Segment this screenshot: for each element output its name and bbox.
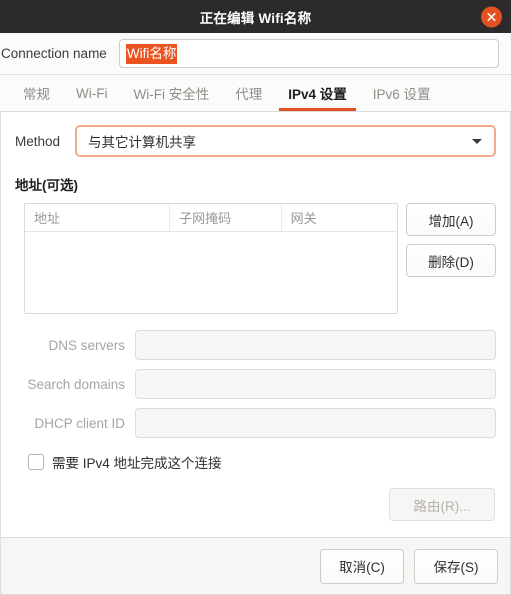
save-button[interactable]: 保存(S) <box>414 548 498 584</box>
method-selected-value: 与其它计算机共享 <box>88 135 196 150</box>
dns-servers-row: DNS servers <box>15 330 496 360</box>
window-title: 正在编辑 Wifi名称 <box>199 10 312 26</box>
title-bar: 正在编辑 Wifi名称 <box>0 0 511 33</box>
addresses-section-title: 地址(可选) <box>15 178 78 193</box>
ipv4-settings-panel: Method 与其它计算机共享 地址(可选) 地址 子网掩码 网关 增加(A) … <box>0 112 511 537</box>
require-ipv4-row: 需要 IPv4 地址完成这个连接 <box>28 452 496 472</box>
addresses-table[interactable]: 地址 子网掩码 网关 <box>24 203 398 314</box>
method-select[interactable]: 与其它计算机共享 <box>75 125 496 157</box>
addresses-area: 地址 子网掩码 网关 增加(A) 删除(D) <box>15 203 496 314</box>
routes-row: 路由(R)... <box>15 488 496 521</box>
search-domains-input[interactable] <box>135 369 496 399</box>
tab-bar: 常规 Wi-Fi Wi-Fi 安全性 代理 IPv4 设置 IPv6 设置 <box>0 75 511 112</box>
column-header-netmask: 子网掩码 <box>170 204 282 231</box>
tab-ipv6-settings[interactable]: IPv6 设置 <box>360 75 444 111</box>
dns-servers-input[interactable] <box>135 330 496 360</box>
connection-name-row: Connection name Wifi名称 <box>0 33 511 75</box>
column-header-address: 地址 <box>25 204 171 231</box>
dialog-footer: 取消(C) 保存(S) <box>0 537 511 595</box>
dhcp-client-id-row: DHCP client ID <box>15 408 496 438</box>
method-row: Method 与其它计算机共享 <box>15 125 496 157</box>
method-label: Method <box>15 133 61 149</box>
tab-general[interactable]: 常规 <box>10 75 63 111</box>
tab-proxy[interactable]: 代理 <box>222 75 275 111</box>
tab-wifi-security[interactable]: Wi-Fi 安全性 <box>120 75 222 111</box>
dhcp-client-id-input[interactable] <box>135 408 496 438</box>
connection-name-value: Wifi名称 <box>125 43 178 64</box>
dhcp-client-id-label: DHCP client ID <box>34 415 125 431</box>
connection-name-label: Connection name <box>1 46 107 61</box>
addresses-table-body <box>25 232 397 313</box>
tab-wifi[interactable]: Wi-Fi <box>63 75 120 111</box>
routes-button[interactable]: 路由(R)... <box>389 488 495 521</box>
connection-name-input[interactable]: Wifi名称 <box>118 39 499 68</box>
addresses-table-header: 地址 子网掩码 网关 <box>25 204 397 232</box>
column-header-gateway: 网关 <box>290 211 317 226</box>
close-button[interactable] <box>481 6 502 27</box>
search-domains-row: Search domains <box>15 369 496 399</box>
edit-connection-dialog: 正在编辑 Wifi名称 Connection name Wifi名称 常规 Wi… <box>0 0 511 595</box>
add-address-button[interactable]: 增加(A) <box>406 203 496 236</box>
delete-address-button[interactable]: 删除(D) <box>406 244 496 277</box>
search-domains-label: Search domains <box>27 376 125 392</box>
require-ipv4-label: 需要 IPv4 地址完成这个连接 <box>52 456 222 471</box>
dns-servers-label: DNS servers <box>48 337 125 353</box>
cancel-button[interactable]: 取消(C) <box>320 548 404 584</box>
addresses-buttons: 增加(A) 删除(D) <box>406 203 496 277</box>
require-ipv4-checkbox[interactable] <box>28 454 44 470</box>
tab-ipv4-settings[interactable]: IPv4 设置 <box>275 75 360 111</box>
chevron-down-icon <box>472 138 482 144</box>
close-icon <box>487 12 496 21</box>
